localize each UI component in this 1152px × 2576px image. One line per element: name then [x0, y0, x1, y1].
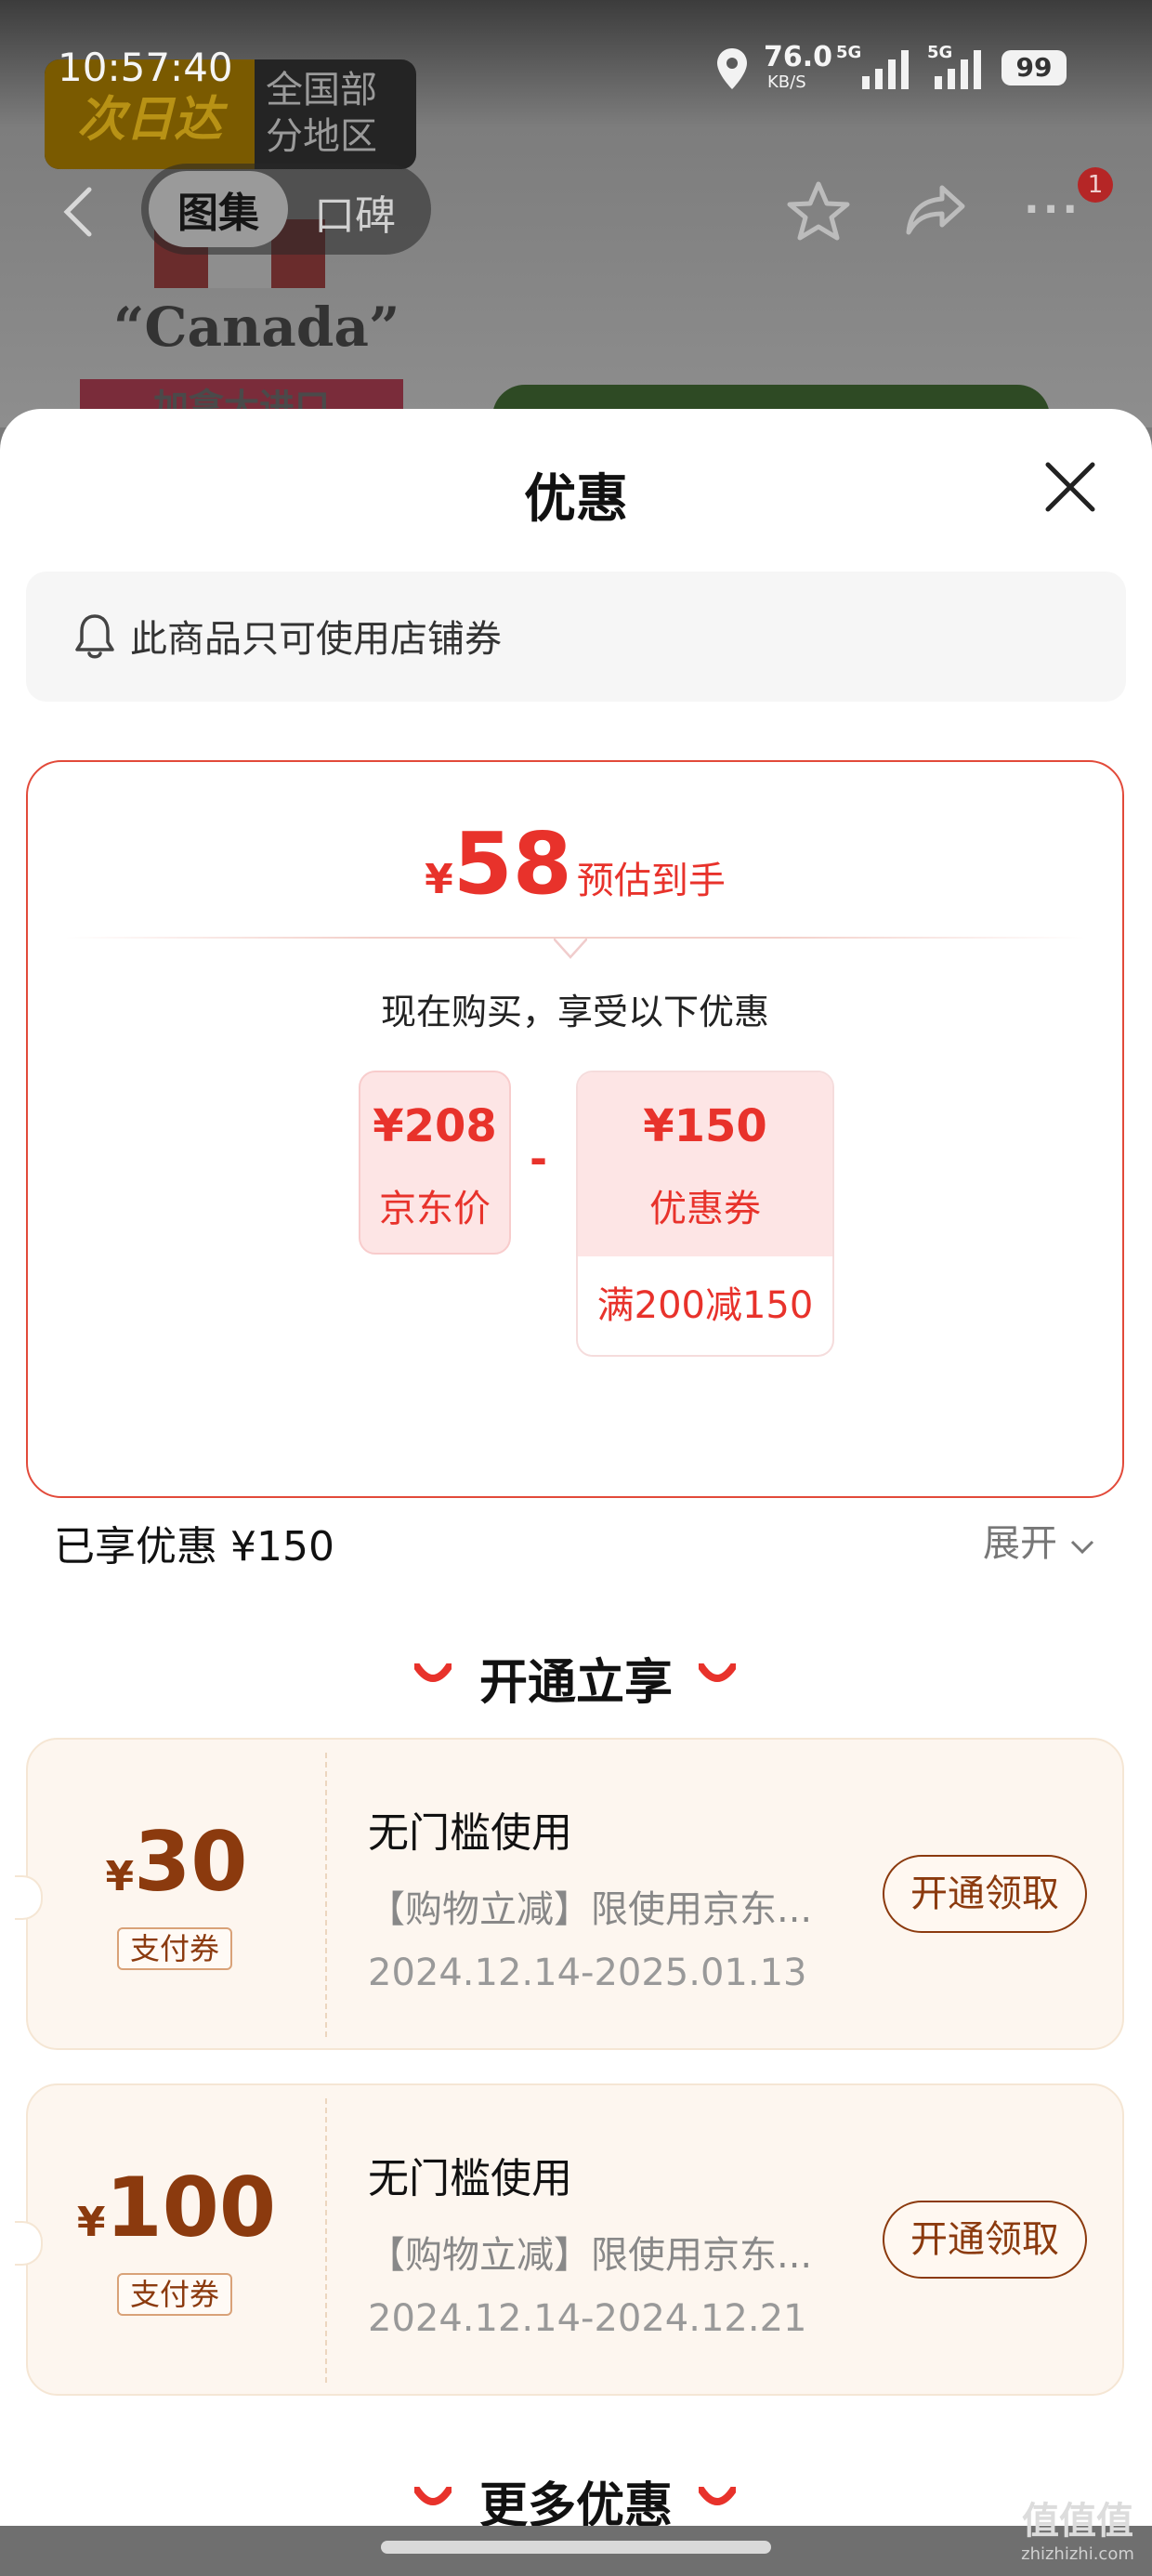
more-options-icon[interactable]: ··· — [1024, 186, 1081, 233]
jd-price-label: 京东价 — [379, 1188, 491, 1230]
bell-icon — [75, 614, 114, 659]
home-indicator[interactable] — [381, 2541, 771, 2554]
back-arrow-icon[interactable] — [61, 186, 95, 238]
region-label: 全国部分地区 — [266, 69, 377, 158]
jd-price-value: ¥208 — [373, 1100, 497, 1152]
discount-sheet: 优惠 此商品只可使用店铺券 ¥58 预估到手 现在购买，享受以下优惠 ¥208 … — [0, 409, 1152, 2576]
share-icon[interactable] — [905, 182, 966, 238]
smile-decoration-icon — [699, 2487, 736, 2505]
coupon-currency: ¥ — [76, 2199, 106, 2246]
estimate-currency: ¥ — [425, 856, 453, 903]
smile-decoration-icon — [699, 1663, 736, 1682]
watermark-logo: 值值值 — [1022, 2500, 1133, 2543]
coupon-discount-card: ¥150 优惠券 满200减150 — [576, 1071, 834, 1357]
tab-gallery[interactable]: 图集 — [149, 171, 288, 247]
notice-bar: 此商品只可使用店铺券 — [26, 572, 1126, 702]
jd-price-card: ¥208 京东价 — [359, 1071, 511, 1255]
coupon-value: 100 — [105, 2160, 277, 2255]
claim-coupon-button[interactable]: 开通领取 — [883, 2201, 1087, 2279]
coupon-description: 【购物立减】限使用京东... — [368, 2234, 813, 2277]
coupon-description: 【购物立减】限使用京东... — [368, 1888, 813, 1931]
estimated-price: ¥58 预估到手 — [28, 814, 1122, 913]
caret-down-icon — [554, 938, 587, 959]
claim-coupon-button[interactable]: 开通领取 — [883, 1855, 1087, 1933]
coupon-type-tag: 支付券 — [117, 2273, 232, 2316]
location-icon — [717, 48, 747, 89]
expand-label: 展开 — [983, 1522, 1057, 1565]
coupon-title: 无门槛使用 — [368, 1809, 572, 1857]
coupon-type-tag: 支付券 — [117, 1927, 232, 1970]
coupon-validity: 2024.12.14-2024.12.21 — [368, 2297, 807, 2340]
watermark-site: zhizhizhi.com — [1021, 2544, 1134, 2564]
coupon-card: ¥100 支付券 无门槛使用 【购物立减】限使用京东... 2024.12.14… — [15, 2083, 1124, 2396]
estimate-label: 预估到手 — [576, 860, 726, 902]
tab-reviews[interactable]: 口碑 — [314, 182, 396, 242]
notification-badge: 1 — [1078, 167, 1113, 203]
coupon-validity: 2024.12.14-2025.01.13 — [368, 1952, 807, 1994]
signal-icon — [862, 50, 909, 89]
battery-icon: 99 — [1001, 50, 1067, 85]
estimate-value: 58 — [452, 814, 572, 913]
coupon-card: ¥30 支付券 无门槛使用 【购物立减】限使用京东... 2024.12.14-… — [15, 1738, 1124, 2050]
product-image-text: “Canada” — [113, 296, 400, 359]
chevron-down-icon — [1070, 1540, 1093, 1555]
coupon-title: 无门槛使用 — [368, 2155, 572, 2202]
coupon-amount: ¥30 — [28, 1814, 325, 1910]
minus-sign: - — [530, 1134, 548, 1184]
product-page-background: 次日达 全国部分地区 “Canada” 加拿大进口 10:57:40 76.0 … — [0, 0, 1152, 427]
coupon-amount: ¥100 — [28, 2160, 325, 2255]
close-icon[interactable] — [1042, 459, 1098, 515]
buy-now-text: 现在购买，享受以下优惠 — [380, 992, 769, 1032]
price-summary-card: ¥58 预估到手 现在购买，享受以下优惠 ¥208 京东价 - ¥150 优惠券… — [26, 760, 1124, 1498]
enjoyed-discount-text: 已享优惠 ¥150 — [54, 1523, 334, 1571]
status-time: 10:57:40 — [58, 45, 233, 90]
net-speed: 76.0 — [764, 41, 833, 73]
section-title-open: 开通立享 — [478, 1655, 673, 1711]
net-unit: KB/S — [767, 72, 806, 92]
sheet-title: 优惠 — [524, 469, 628, 530]
notice-text: 此商品只可使用店铺券 — [130, 618, 502, 661]
watermark: 值值值 zhizhizhi.com — [1013, 2491, 1143, 2564]
favorite-star-icon[interactable] — [786, 180, 851, 242]
coupon-value: 30 — [134, 1814, 248, 1910]
coupon-discount-value: ¥150 — [643, 1100, 767, 1152]
signal-icon-2 — [935, 50, 981, 89]
coupon-condition: 满200减150 — [596, 1284, 814, 1327]
signal-label-1: 5G — [836, 43, 862, 62]
expand-button[interactable]: 展开 — [983, 1513, 1095, 1567]
coupon-currency: ¥ — [105, 1853, 135, 1900]
coupon-discount-label: 优惠券 — [649, 1188, 761, 1230]
